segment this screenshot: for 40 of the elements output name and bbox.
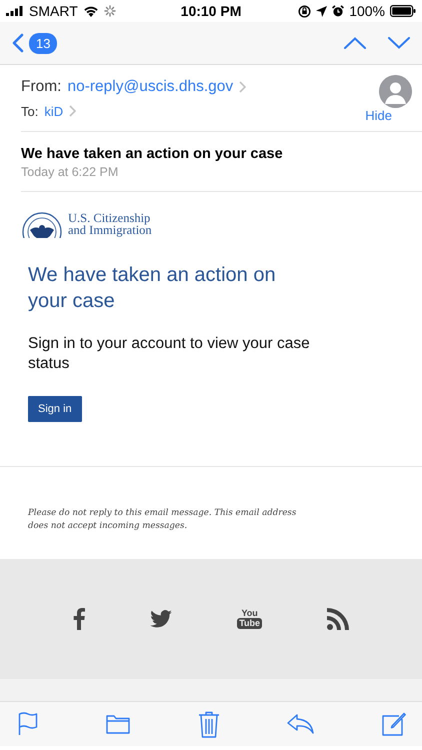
back-button[interactable]: 13 <box>12 32 58 54</box>
previous-message-button[interactable] <box>344 37 366 49</box>
alarm-clock-icon <box>332 5 344 17</box>
sender-address[interactable]: no-reply@uscis.dhs.gov <box>67 78 234 96</box>
up-chevron-icon <box>344 37 366 49</box>
to-label: To: <box>21 104 38 118</box>
agency-name-line: U.S. Citizenship <box>68 212 152 224</box>
down-chevron-icon <box>388 37 410 49</box>
reply-icon[interactable] <box>287 714 314 734</box>
signal-icon <box>6 6 24 16</box>
battery-icon <box>390 5 416 17</box>
chevron-right-icon <box>239 81 246 93</box>
hide-link[interactable]: Hide <box>365 108 392 123</box>
compose-icon[interactable] <box>382 712 406 736</box>
trash-icon[interactable] <box>198 710 220 738</box>
next-message-button[interactable] <box>388 37 410 49</box>
carrier-name: SMART <box>29 3 78 19</box>
bird-icon[interactable] <box>150 610 172 628</box>
flag-icon[interactable] <box>18 712 38 736</box>
avatar-icon <box>379 75 412 108</box>
chevron-right-icon <box>69 105 76 117</box>
email-date: Today at 6:22 PM <box>21 165 120 179</box>
email-subject: We have taken an action on your case <box>21 146 284 162</box>
battery-percentage: 100% <box>349 3 386 19</box>
rss-icon[interactable] <box>327 608 350 630</box>
activity-spinner-icon <box>104 5 116 17</box>
location-arrow-icon <box>316 6 328 16</box>
back-chevron-icon <box>12 33 24 53</box>
from-label: From: <box>21 78 62 96</box>
folder-icon[interactable] <box>106 714 130 734</box>
email-heading: We have taken an action on your case <box>28 263 277 314</box>
facebook-icon[interactable] <box>72 608 85 630</box>
sign-in-button[interactable]: Sign in <box>28 396 82 422</box>
unread-count-badge: 13 <box>29 32 58 54</box>
rotation-lock-icon <box>298 4 312 18</box>
email-text: Sign in to your account to view your case status <box>28 334 311 374</box>
recipient-name[interactable]: kiD <box>44 104 64 118</box>
agency-name-line: and Immigration <box>68 224 152 236</box>
wifi-icon <box>82 5 99 17</box>
status-time: 10:10 PM <box>180 3 242 19</box>
